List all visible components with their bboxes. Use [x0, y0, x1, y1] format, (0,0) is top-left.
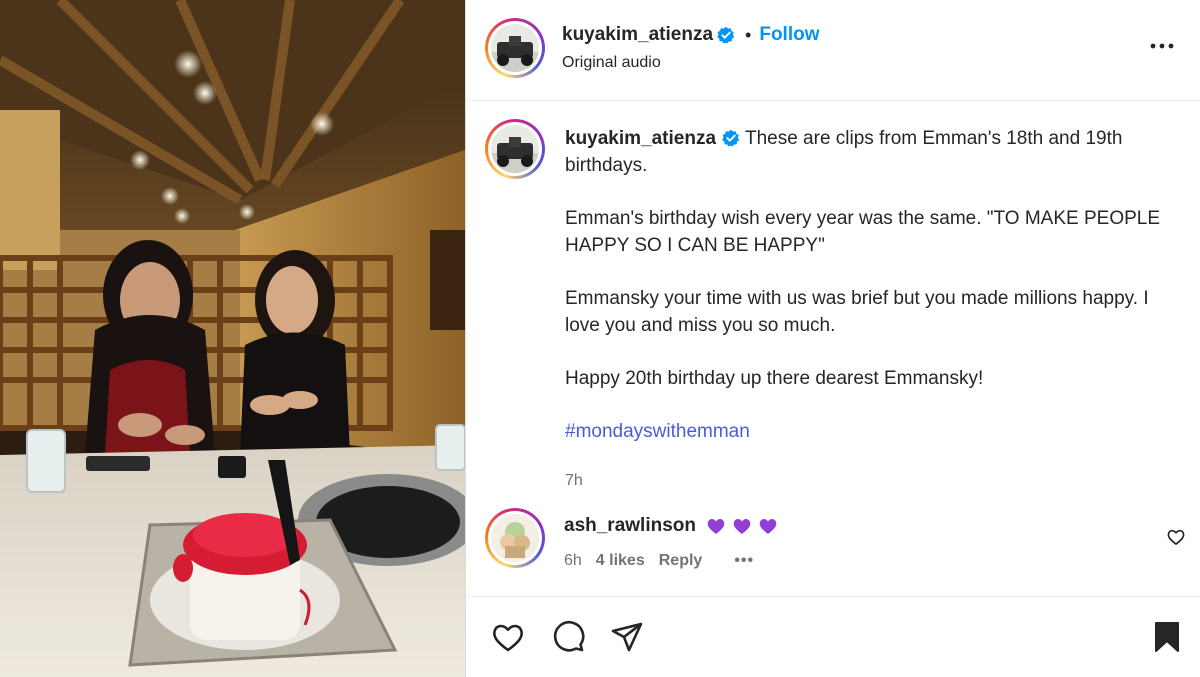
- comment-meta: 6h 4 likes Reply •••: [564, 552, 754, 570]
- separator-dot: •: [745, 24, 752, 45]
- commenter-avatar[interactable]: [485, 508, 545, 568]
- purple-heart-icon: [733, 518, 751, 534]
- reply-button[interactable]: Reply: [659, 552, 703, 570]
- comment-text: [706, 516, 778, 536]
- comment-likes-count[interactable]: 4 likes: [596, 552, 645, 570]
- audio-label[interactable]: Original audio: [562, 54, 661, 72]
- comment-more-options[interactable]: •••: [734, 552, 754, 570]
- video-frame-image: [0, 0, 465, 677]
- purple-heart-icon: [707, 518, 725, 534]
- hashtag-link[interactable]: #mondayswithemman: [565, 418, 1165, 445]
- comment-bubble-icon[interactable]: [550, 619, 586, 655]
- post-video[interactable]: [0, 0, 465, 677]
- caption-text: kuyakim_atienza These are clips from Emm…: [565, 125, 1165, 494]
- caption-paragraph-3: Emmansky your time with us was brief but…: [565, 288, 1154, 336]
- post-action-bar: [466, 596, 1200, 677]
- post-header: kuyakim_atienza • Follow Original audio: [466, 0, 1200, 101]
- follow-button[interactable]: Follow: [759, 24, 819, 46]
- post-timestamp[interactable]: 7h: [565, 467, 1165, 494]
- comment-timestamp[interactable]: 6h: [564, 552, 582, 570]
- post-details-panel: kuyakim_atienza • Follow Original audio: [465, 0, 1200, 677]
- paper-plane-icon[interactable]: [609, 619, 645, 655]
- author-username[interactable]: kuyakim_atienza: [562, 24, 713, 46]
- comment-like-heart-icon[interactable]: [1166, 527, 1186, 547]
- caption-first-paragraph: kuyakim_atienza These are clips from Emm…: [565, 125, 1165, 179]
- more-options-icon[interactable]: [1147, 34, 1177, 58]
- heart-outline-icon[interactable]: [490, 619, 526, 655]
- verified-badge-icon: [717, 26, 735, 44]
- caption-paragraph-4: Happy 20th birthday up there dearest Emm…: [565, 368, 984, 389]
- header-user-row: kuyakim_atienza • Follow: [562, 24, 820, 46]
- author-avatar[interactable]: [485, 18, 545, 78]
- caption-paragraph-2: Emman's birthday wish every year was the…: [565, 208, 1166, 256]
- purple-heart-icon: [759, 518, 777, 534]
- caption-author-avatar[interactable]: [485, 119, 545, 179]
- commenter-username[interactable]: ash_rawlinson: [564, 515, 696, 537]
- bookmark-filled-icon[interactable]: [1149, 619, 1185, 655]
- caption-author-username[interactable]: kuyakim_atienza: [565, 128, 716, 149]
- comment-header: ash_rawlinson: [564, 515, 778, 537]
- verified-badge-icon: [722, 129, 740, 147]
- comment-item: ash_rawlinson 6h 4 likes Reply •••: [466, 505, 1200, 585]
